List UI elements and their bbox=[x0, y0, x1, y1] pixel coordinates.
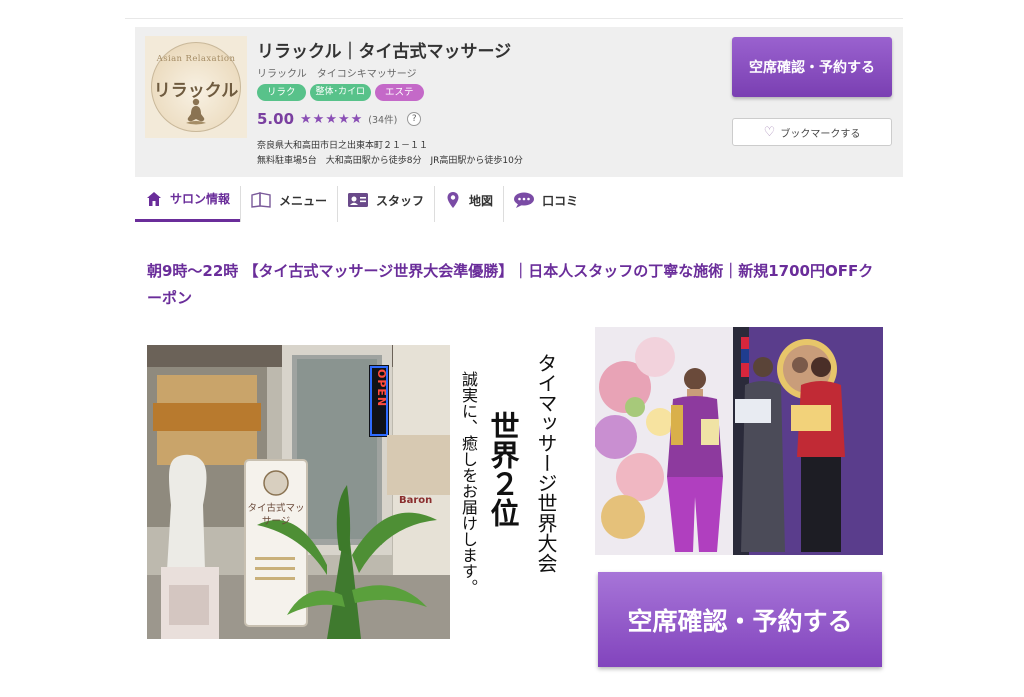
award-photo bbox=[595, 327, 883, 555]
rating-value: 5.00 bbox=[257, 110, 295, 128]
tag-chiropractic[interactable]: 整体･カイロ bbox=[309, 84, 372, 101]
vertical-tagline: 誠実に、癒しをお届けします。 bbox=[459, 371, 478, 595]
star-icon: ★ bbox=[312, 111, 325, 127]
catch-copy: 朝9時～22時 【タイ古式マッサージ世界大会準優勝】｜日本人スタッフの丁寧な施術… bbox=[147, 262, 874, 307]
book-icon bbox=[251, 192, 271, 208]
star-icon: ★ bbox=[300, 111, 312, 127]
staff-card-icon bbox=[348, 193, 369, 207]
tag-relaxation[interactable]: リラク bbox=[257, 84, 306, 101]
salon-header: Asian Relaxation リラックル リラックル｜タイ古式マッサージ リ… bbox=[135, 27, 903, 177]
salon-name[interactable]: リラックル｜タイ古式マッサージ bbox=[257, 37, 511, 62]
shop-sign-text: タイ古式マッサージ bbox=[247, 503, 305, 527]
salon-address: 奈良県大和高田市日之出東本町２１－１１ bbox=[257, 141, 429, 151]
tab-map[interactable]: 地図 bbox=[434, 178, 503, 222]
top-divider bbox=[125, 18, 903, 19]
genre-tags: リラク 整体･カイロ エステ bbox=[257, 84, 424, 101]
reserve-large-button[interactable]: 空席確認・予約する bbox=[598, 572, 882, 667]
salon-access: 無料駐車場5台 大和高田駅から徒歩8分 JR高田駅から徒歩10分 bbox=[257, 156, 523, 166]
storefront-illustration bbox=[147, 345, 450, 639]
bookmark-label: ブックマークする bbox=[780, 128, 861, 140]
chat-bubble-icon bbox=[514, 192, 535, 208]
tag-esthetic[interactable]: エステ bbox=[375, 84, 424, 101]
salon-name-kana: リラックル タイコシキマッサージ bbox=[257, 69, 417, 80]
tab-staff[interactable]: スタッフ bbox=[337, 178, 434, 222]
tab-label: メニュー bbox=[279, 193, 328, 208]
tab-menu[interactable]: メニュー bbox=[240, 178, 337, 222]
award-illustration bbox=[595, 327, 883, 555]
vertical-headline: タイマッサージ世界大会 bbox=[534, 353, 558, 573]
logo-arc-text: Asian Relaxation bbox=[156, 54, 236, 64]
tab-salon-info[interactable]: サロン情報 bbox=[135, 178, 241, 222]
star-icon: ★ bbox=[350, 111, 363, 127]
tab-label: スタッフ bbox=[376, 193, 425, 208]
tab-label: 口コミ bbox=[542, 193, 579, 208]
star-icon: ★ bbox=[325, 111, 337, 127]
heart-icon: ♡ bbox=[763, 124, 776, 140]
rating-stars: ★ ★ ★ ★ ★ bbox=[300, 113, 362, 126]
star-icon: ★ bbox=[337, 111, 350, 127]
meditation-figure-icon bbox=[186, 98, 206, 125]
home-icon bbox=[147, 191, 161, 206]
map-pin-icon bbox=[447, 192, 459, 208]
vertical-world-rank: 世界２位 bbox=[486, 411, 520, 527]
help-icon[interactable]: ? bbox=[407, 112, 422, 126]
tab-label: サロン情報 bbox=[170, 192, 231, 206]
storefront-photo: タイ古式マッサージ OPEN Baron bbox=[147, 345, 450, 639]
reserve-button[interactable]: 空席確認・予約する bbox=[732, 37, 892, 97]
open-sign-text: OPEN bbox=[375, 369, 388, 408]
vertical-text-panel: タイマッサージ世界大会 世界２位 誠実に、癒しをお届けします。 bbox=[454, 345, 579, 639]
tab-label: 地図 bbox=[469, 193, 494, 208]
baron-sign-text: Baron bbox=[399, 495, 433, 506]
review-count[interactable]: (34件) bbox=[368, 112, 397, 126]
rating-row: 5.00 ★ ★ ★ ★ ★ (34件) ? bbox=[257, 109, 422, 129]
tab-reviews[interactable]: 口コミ bbox=[503, 178, 588, 222]
bookmark-button[interactable]: ♡ ブックマークする bbox=[732, 118, 892, 146]
salon-tabs: サロン情報 メニュー スタッフ 地図 口コミ bbox=[135, 178, 588, 222]
salon-logo: Asian Relaxation リラックル bbox=[145, 36, 247, 138]
